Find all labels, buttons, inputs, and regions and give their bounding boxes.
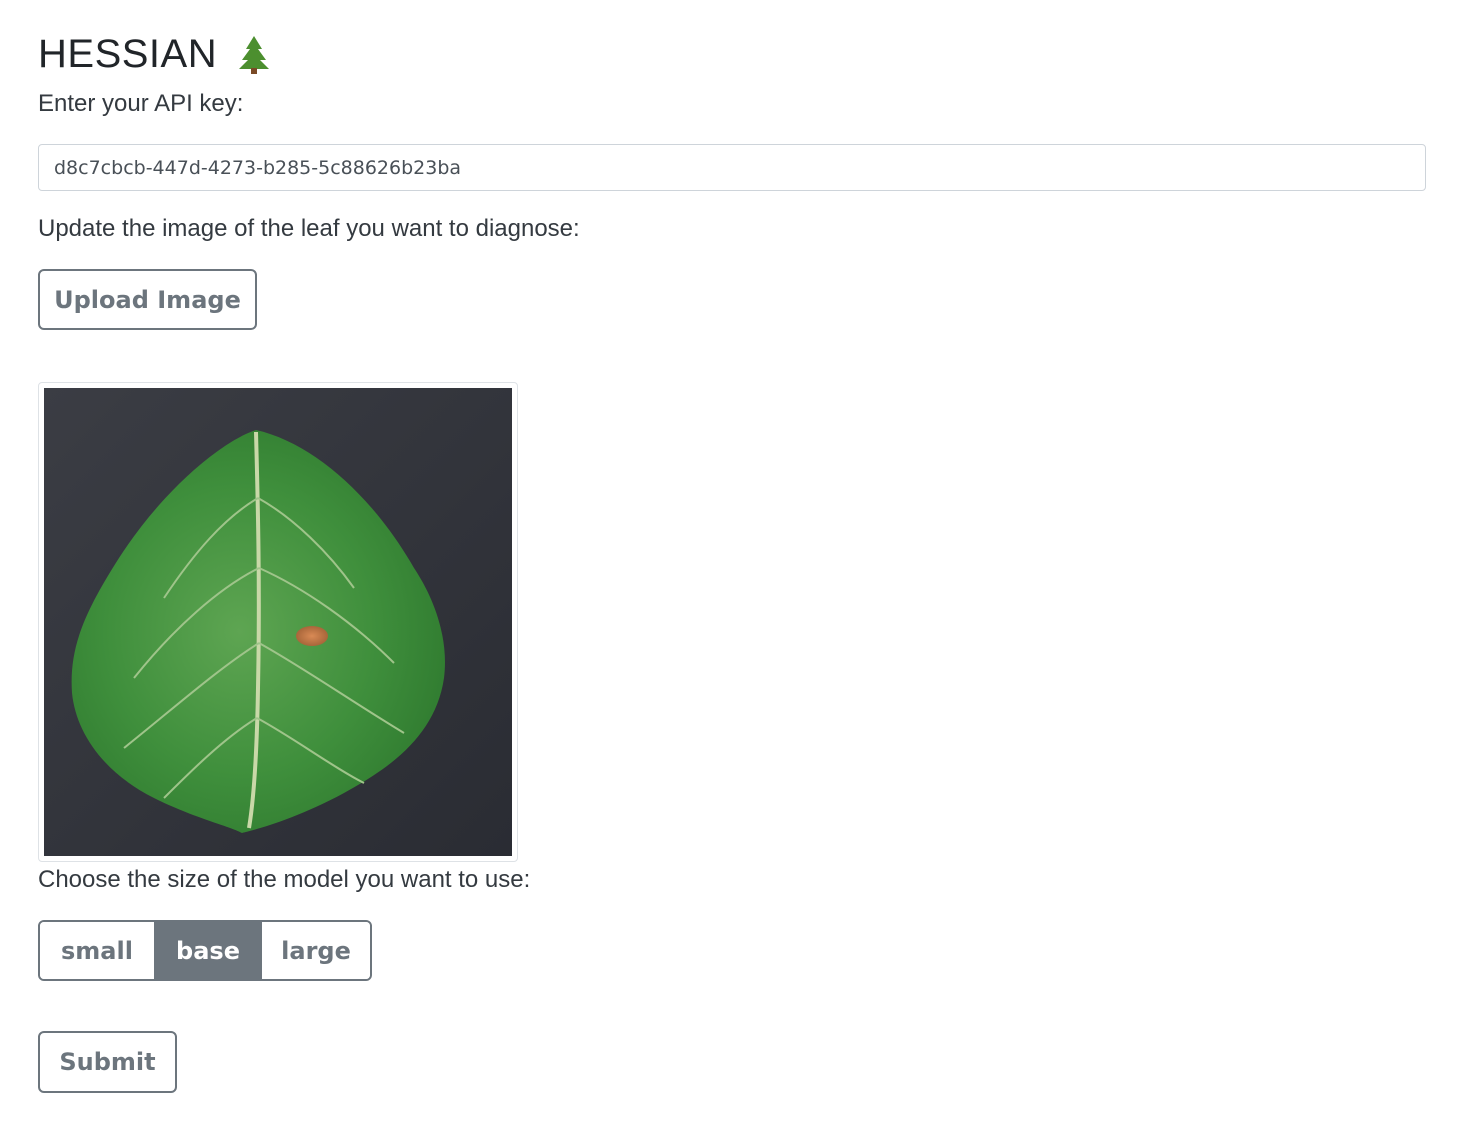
model-size-large[interactable]: large: [262, 922, 370, 979]
model-size-base[interactable]: base: [154, 922, 262, 979]
submit-button[interactable]: Submit: [38, 1031, 177, 1093]
evergreen-tree-icon: [237, 34, 271, 74]
leaf-image-preview: [38, 382, 518, 862]
api-key-label: Enter your API key:: [38, 90, 244, 117]
upload-image-button[interactable]: Upload Image: [38, 269, 257, 330]
model-size-label: Choose the size of the model you want to…: [38, 866, 531, 893]
model-size-toggle: small base large: [38, 920, 372, 981]
upload-label: Update the image of the leaf you want to…: [38, 215, 580, 242]
model-size-small[interactable]: small: [40, 922, 154, 979]
leaf-photo: [44, 388, 512, 856]
api-key-input[interactable]: [38, 144, 1426, 191]
app-title: HESSIAN: [38, 32, 218, 76]
title-row: HESSIAN: [38, 30, 271, 78]
